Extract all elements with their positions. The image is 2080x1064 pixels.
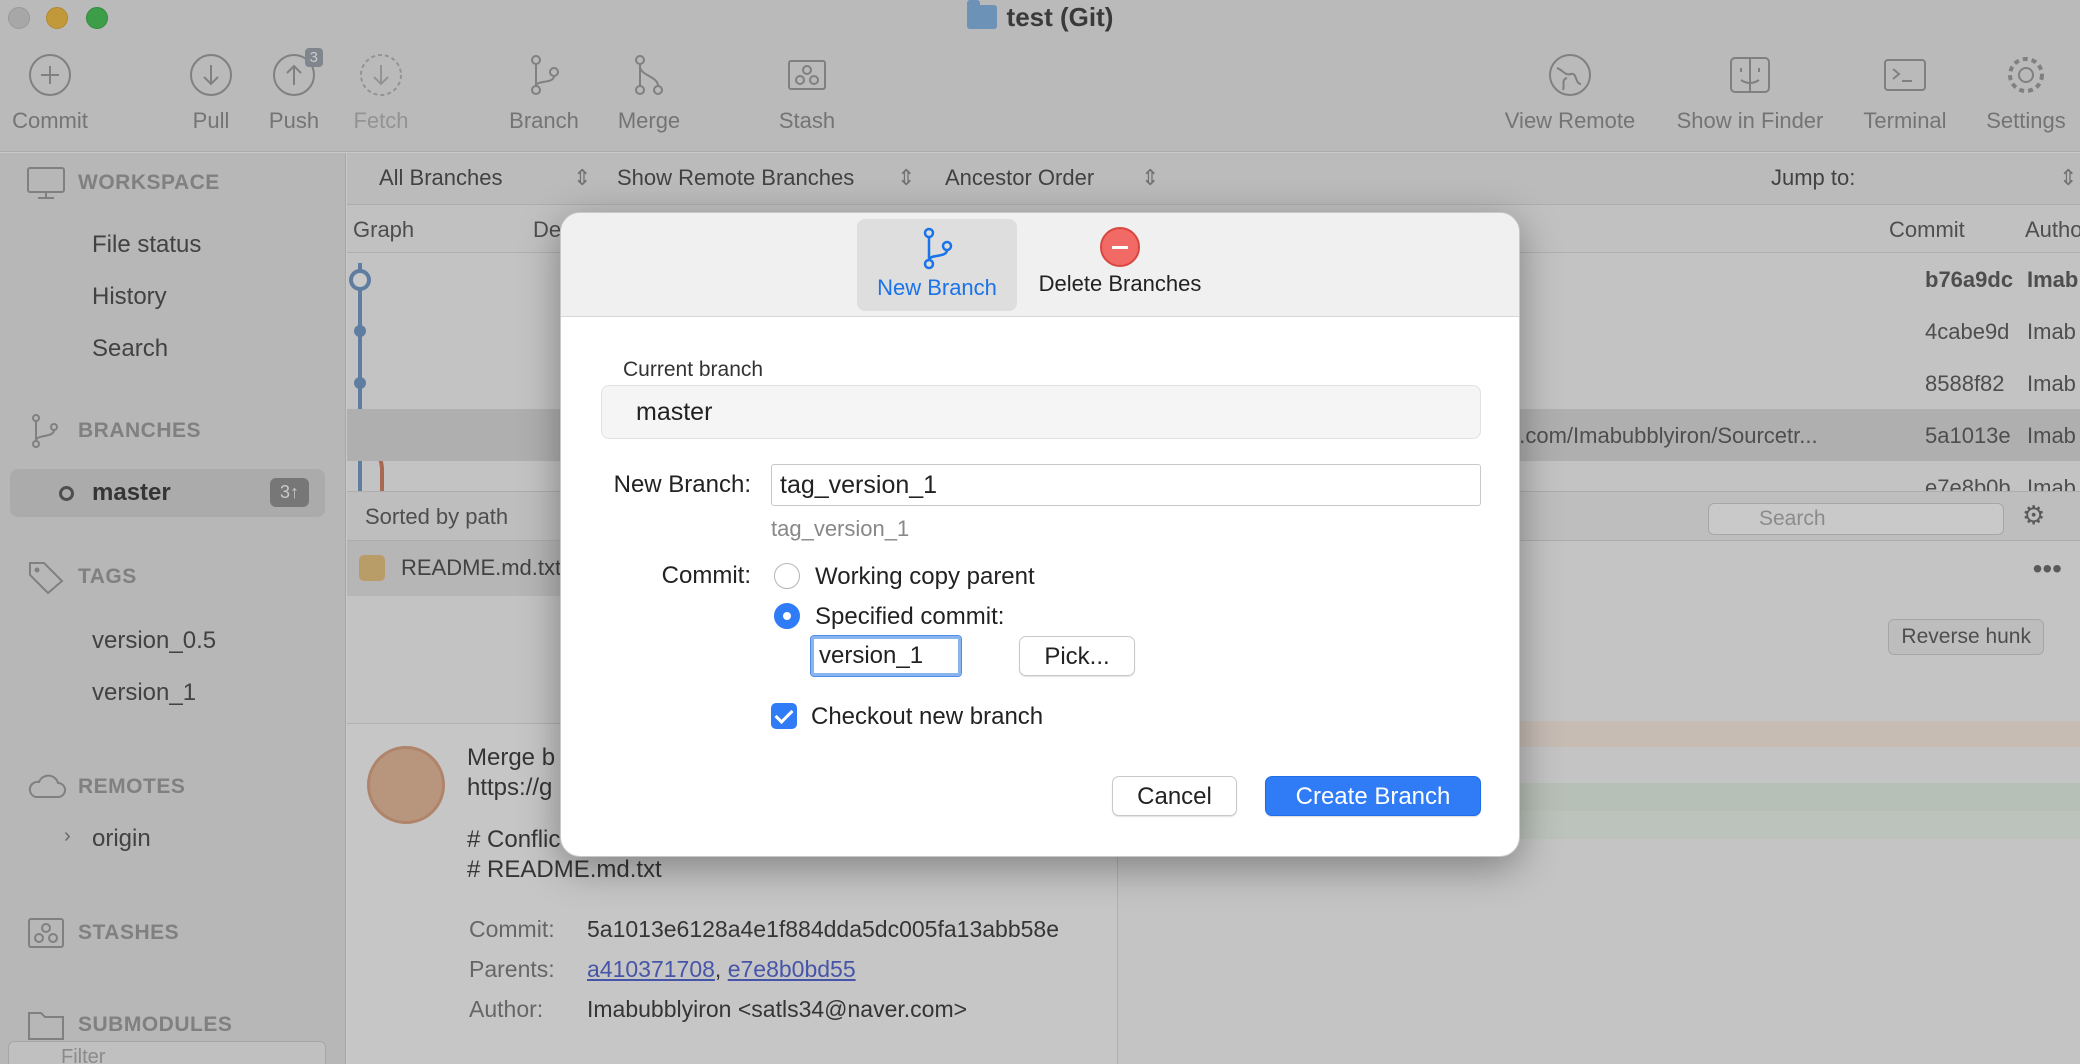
cancel-button[interactable]: Cancel <box>1112 776 1237 816</box>
working-copy-parent-radio[interactable] <box>774 563 800 589</box>
delete-minus-icon <box>1100 227 1140 267</box>
new-branch-name-input[interactable] <box>771 464 1481 506</box>
new-branch-dialog: New Branch Delete Branches Current branc… <box>560 212 1520 857</box>
specified-commit-label[interactable]: Specified commit: <box>815 603 1004 631</box>
specified-commit-input[interactable] <box>810 635 962 677</box>
specified-commit-radio[interactable] <box>774 603 800 629</box>
dialog-tab-bar: New Branch Delete Branches <box>561 213 1519 317</box>
sourcetree-window: test (Git) Commit Pull 3 Push Fetch Bran… <box>0 0 2080 1064</box>
create-branch-button[interactable]: Create Branch <box>1265 776 1481 816</box>
new-branch-label: New Branch: <box>613 471 751 498</box>
pick-commit-button[interactable]: Pick... <box>1019 636 1135 676</box>
branch-icon <box>915 227 959 271</box>
tab-new-branch[interactable]: New Branch <box>857 219 1017 311</box>
working-copy-parent-label[interactable]: Working copy parent <box>815 563 1035 591</box>
checkout-new-branch-label[interactable]: Checkout new branch <box>811 703 1043 731</box>
checkout-new-branch-checkbox[interactable] <box>771 703 797 729</box>
commit-label: Commit: <box>661 562 751 589</box>
new-branch-name-hint: tag_version_1 <box>771 516 910 541</box>
current-branch-value: master <box>601 385 1481 439</box>
tab-delete-branches[interactable]: Delete Branches <box>1027 219 1213 311</box>
current-branch-label: Current branch <box>623 358 764 381</box>
